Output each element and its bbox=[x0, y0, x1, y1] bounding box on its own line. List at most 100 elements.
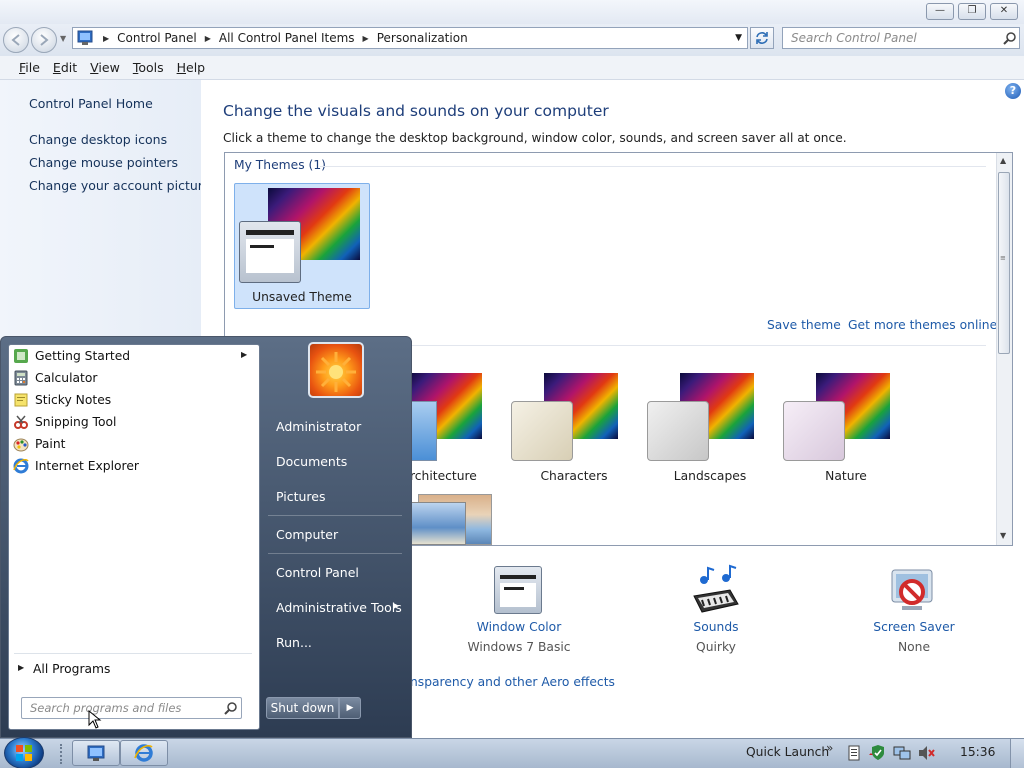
sounds-icon[interactable] bbox=[690, 564, 742, 616]
window-color-link[interactable]: Window Color bbox=[459, 620, 579, 634]
right-pane-divider bbox=[268, 515, 402, 516]
control-panel-item[interactable]: Control Panel bbox=[276, 565, 359, 580]
getting-started-icon bbox=[14, 349, 28, 363]
getting-started-item[interactable]: Getting Started bbox=[35, 349, 130, 363]
administrator-item[interactable]: Administrator bbox=[276, 419, 361, 434]
volume-muted-icon[interactable] bbox=[918, 745, 936, 761]
scrollbar-grip-icon: ≡ bbox=[1000, 254, 1006, 262]
menu-view[interactable]: View bbox=[90, 60, 120, 75]
sounds-link[interactable]: Sounds bbox=[656, 620, 776, 634]
characters-glass-swatch bbox=[511, 401, 573, 461]
change-account-picture-link[interactable]: Change your account picture bbox=[29, 178, 210, 193]
network-icon[interactable] bbox=[893, 745, 911, 761]
architecture-theme-label[interactable]: rchitecture bbox=[410, 469, 477, 483]
taskbar-control-panel-button[interactable] bbox=[72, 740, 120, 766]
start-button[interactable] bbox=[4, 737, 44, 768]
landscapes-glass-swatch bbox=[647, 401, 709, 461]
change-mouse-pointers-link[interactable]: Change mouse pointers bbox=[29, 155, 178, 170]
page-description: Click a theme to change the desktop back… bbox=[223, 131, 847, 145]
right-pane-divider bbox=[268, 553, 402, 554]
run-item[interactable]: Run... bbox=[276, 635, 312, 650]
taskbar-grip-icon[interactable] bbox=[60, 744, 64, 764]
transparency-aero-link[interactable]: nsparency and other Aero effects bbox=[410, 675, 615, 689]
screen-saver-icon[interactable] bbox=[888, 566, 938, 616]
save-theme-link[interactable]: Save theme bbox=[767, 318, 841, 332]
flower-picture-icon bbox=[316, 352, 356, 392]
breadcrumb-personalization[interactable]: Personalization bbox=[377, 31, 468, 45]
refresh-button[interactable] bbox=[750, 27, 774, 49]
quick-launch-chevron-icon[interactable]: » bbox=[826, 741, 833, 755]
start-search-input[interactable]: Search programs and files bbox=[21, 697, 242, 719]
all-programs-item[interactable]: All Programs bbox=[33, 662, 110, 676]
menu-edit[interactable]: Edit bbox=[53, 60, 77, 75]
documents-item[interactable]: Documents bbox=[276, 454, 347, 469]
forward-button[interactable] bbox=[31, 27, 57, 53]
address-bar[interactable]: ▶ Control Panel ▶ All Control Panel Item… bbox=[72, 27, 748, 49]
submenu-arrow-icon[interactable]: ▶ bbox=[393, 601, 399, 610]
landscapes-theme-label[interactable]: Landscapes bbox=[670, 469, 750, 483]
internet-explorer-icon bbox=[134, 744, 153, 762]
recent-pages-icon[interactable]: ▼ bbox=[60, 34, 66, 43]
paint-item[interactable]: Paint bbox=[35, 437, 65, 451]
user-account-picture[interactable] bbox=[308, 342, 364, 398]
address-dropdown-icon[interactable]: ▼ bbox=[735, 33, 742, 43]
snipping-tool-item[interactable]: Snipping Tool bbox=[35, 415, 116, 429]
shut-down-button[interactable]: Shut down bbox=[266, 697, 339, 719]
internet-explorer-item[interactable]: Internet Explorer bbox=[35, 459, 139, 473]
change-desktop-icons-link[interactable]: Change desktop icons bbox=[29, 132, 167, 147]
characters-theme-label[interactable]: Characters bbox=[534, 469, 614, 483]
breadcrumb-separator-icon[interactable]: ▶ bbox=[205, 34, 211, 43]
menu-bar: File Edit View Tools Help bbox=[0, 56, 1024, 80]
administrative-tools-item[interactable]: Administrative Tools bbox=[276, 600, 402, 615]
window-color-value: Windows 7 Basic bbox=[467, 640, 571, 654]
window-color-icon[interactable] bbox=[494, 566, 542, 614]
calculator-item[interactable]: Calculator bbox=[35, 371, 97, 385]
screen-saver-link[interactable]: Screen Saver bbox=[854, 620, 974, 634]
breadcrumb-separator-icon[interactable]: ▶ bbox=[103, 34, 109, 43]
get-more-themes-link[interactable]: Get more themes online bbox=[848, 318, 997, 332]
minimize-button[interactable]: — bbox=[926, 3, 954, 20]
help-icon[interactable]: ? bbox=[1005, 83, 1021, 99]
scrollbar-thumb[interactable] bbox=[998, 172, 1010, 354]
paint-icon bbox=[13, 438, 29, 452]
menu-file[interactable]: File bbox=[19, 60, 40, 75]
control-panel-home-link[interactable]: Control Panel Home bbox=[29, 96, 153, 111]
quick-launch-label[interactable]: Quick Launch bbox=[746, 745, 829, 759]
computer-item[interactable]: Computer bbox=[276, 527, 338, 542]
back-button[interactable] bbox=[3, 27, 29, 53]
all-programs-arrow-icon[interactable]: ▶ bbox=[18, 663, 24, 672]
shut-down-options-button[interactable]: ▶ bbox=[339, 697, 361, 719]
menu-help[interactable]: Help bbox=[177, 60, 206, 75]
breadcrumb-all-items[interactable]: All Control Panel Items bbox=[219, 31, 355, 45]
screen-saver-value: None bbox=[897, 640, 931, 654]
snipping-tool-icon bbox=[14, 415, 28, 429]
maximize-button[interactable]: ❐ bbox=[958, 3, 986, 20]
nature-theme-label[interactable]: Nature bbox=[806, 469, 886, 483]
refresh-icon bbox=[756, 32, 768, 44]
scroll-down-icon[interactable]: ▼ bbox=[1000, 531, 1006, 540]
search-icon bbox=[1003, 32, 1016, 45]
system-clock[interactable]: 15:36 bbox=[960, 745, 995, 759]
search-icon bbox=[224, 702, 237, 715]
search-input[interactable]: Search Control Panel bbox=[782, 27, 1020, 49]
pictures-item[interactable]: Pictures bbox=[276, 489, 326, 504]
scroll-up-icon[interactable]: ▲ bbox=[1000, 156, 1006, 165]
unsaved-theme-label: Unsaved Theme bbox=[252, 290, 352, 304]
security-shield-icon[interactable] bbox=[868, 745, 886, 761]
breadcrumb-separator-icon[interactable]: ▶ bbox=[363, 34, 369, 43]
mouse-cursor-icon bbox=[88, 710, 102, 729]
sounds-value: Quirky bbox=[696, 640, 736, 654]
submenu-arrow-icon[interactable]: ▶ bbox=[241, 350, 247, 359]
sticky-notes-item[interactable]: Sticky Notes bbox=[35, 393, 111, 407]
internet-explorer-icon bbox=[13, 458, 29, 474]
page-title: Change the visuals and sounds on your co… bbox=[223, 102, 609, 120]
section-divider bbox=[320, 166, 986, 167]
close-button[interactable]: ✕ bbox=[990, 3, 1018, 20]
show-desktop-button[interactable] bbox=[1010, 739, 1024, 768]
breadcrumb-control-panel[interactable]: Control Panel bbox=[117, 31, 197, 45]
menu-tools[interactable]: Tools bbox=[133, 60, 164, 75]
architecture-glass-swatch bbox=[410, 401, 437, 461]
taskbar-internet-explorer-button[interactable] bbox=[120, 740, 168, 766]
control-panel-icon bbox=[77, 30, 93, 45]
action-center-icon[interactable] bbox=[846, 745, 862, 761]
